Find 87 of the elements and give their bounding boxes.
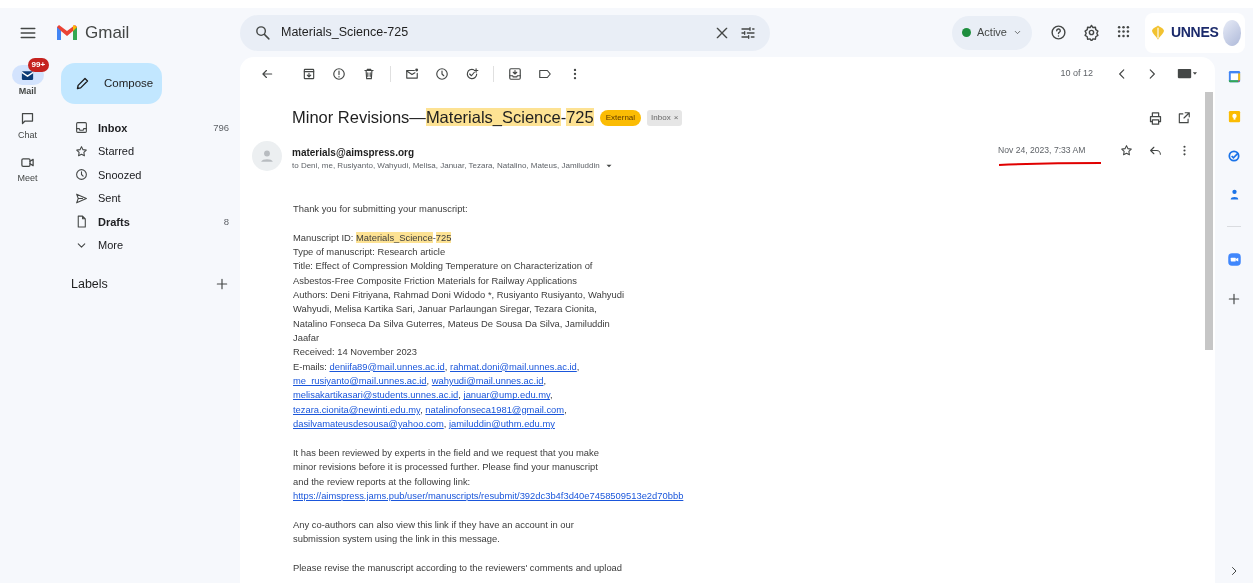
email-link[interactable]: rahmat.doni@mail.unnes.ac.id — [450, 360, 577, 372]
print-icon[interactable] — [1148, 110, 1163, 126]
rail-item[interactable]: Meet — [3, 144, 52, 186]
email-link[interactable]: jamiluddin@uthm.edu.my — [448, 418, 555, 430]
search-field[interactable]: Materials_Science-725 — [281, 23, 704, 42]
folder-item[interactable]: Sent — [61, 186, 241, 210]
body-line: Manuscript ID: Materials_Science-725 — [293, 230, 453, 245]
mark-unread-icon[interactable] — [405, 67, 419, 81]
body-line: Natalino Fonseca Da Silva Guterres, Mateus De Sousa Da Silva, Jamiluddin — [293, 316, 611, 331]
inbox-icon — [75, 121, 88, 135]
body-line: Please revise the manuscript according to the reviewers' comments and upload — [293, 560, 624, 575]
back-icon[interactable] — [260, 67, 274, 81]
help-icon[interactable] — [1050, 24, 1067, 41]
folder-item[interactable]: Inbox 796 — [61, 116, 241, 140]
archive-icon[interactable] — [302, 67, 316, 81]
calendar-icon[interactable] — [1226, 69, 1242, 84]
scrollbar-thumb[interactable] — [1205, 92, 1213, 350]
body-line: me_rusiyanto@mail.unnes.ac.id, wahyudi@mail.unnes.ac.id, — [293, 374, 548, 389]
document-icon — [75, 215, 88, 229]
reply-icon[interactable] — [1149, 144, 1162, 157]
sender-address: materials@aimspress.org — [292, 146, 416, 160]
video-call-icon[interactable] — [1226, 252, 1242, 267]
folder-item[interactable]: Starred — [61, 139, 241, 163]
emblem-icon — [1149, 23, 1167, 42]
remove-label-button[interactable]: × — [673, 114, 679, 122]
delete-icon[interactable] — [362, 67, 376, 81]
snooze-icon[interactable] — [435, 67, 449, 81]
body-line: submission system using the link in this message. — [293, 531, 501, 546]
new-window-icon[interactable] — [1177, 110, 1191, 125]
body-line: Asbestos-Free Composite Friction Materials for Railway Applications — [293, 273, 578, 288]
organization-logo: UNNES — [1171, 23, 1219, 42]
status-button[interactable]: Active — [952, 15, 1032, 50]
caret-icon — [1013, 28, 1022, 37]
star-icon — [75, 144, 88, 158]
email-link[interactable]: dasilvamateusdesousa@yahoo.com — [293, 418, 444, 430]
star-icon[interactable] — [1120, 144, 1133, 157]
body-line: and the review reports at the following link: — [293, 474, 472, 489]
add-app-icon[interactable] — [1227, 292, 1241, 306]
move-to-icon[interactable] — [508, 67, 522, 81]
body-line: Wahyudi, Melisa Kartika Sari, Januar Parlaungan Siregar, Tezara Cionita, — [293, 302, 598, 317]
chat-icon — [20, 111, 35, 126]
settings-icon[interactable] — [1083, 24, 1100, 41]
rail-item[interactable]: 99+ Mail — [3, 57, 52, 99]
pager-text: 10 of 12 — [1060, 67, 1093, 81]
recipients-text: to Deni, me, Rusiyanto, Wahyudi, Melisa, Januar, Tezara, Natalino, Mateus, Jamiluddin — [292, 160, 600, 172]
report-spam-icon[interactable] — [332, 67, 346, 81]
rail-item[interactable]: Chat — [3, 100, 52, 142]
email-link[interactable]: deniifa89@mail.unnes.ac.id — [329, 360, 445, 372]
tasks-icon[interactable] — [1227, 149, 1241, 163]
filter-options-icon[interactable] — [740, 24, 756, 41]
pencil-icon — [75, 76, 90, 91]
body-line: E-mails: deniifa89@mail.unnes.ac.id, rahmat.doni@mail.unnes.ac.id, — [293, 359, 581, 374]
add-task-icon[interactable] — [465, 67, 479, 81]
folder-item[interactable]: Drafts 8 — [61, 210, 241, 234]
body-line: Title: Effect of Compression Molding Temperature on Characterization of — [293, 259, 594, 274]
email-subject: Minor Revisions—Materials_Science-725 — [292, 108, 594, 128]
body-line: Jaafar — [293, 331, 321, 346]
body-line: Received: 14 November 2023 — [293, 345, 419, 360]
folder-item[interactable]: More — [61, 233, 241, 257]
body-line: dasilvamateusdesousa@yahoo.com, jamiluddin@uthm.edu.my — [293, 417, 556, 432]
add-label-icon[interactable] — [215, 277, 229, 292]
body-line: Type of manuscript: Research article — [293, 245, 447, 260]
label-icon[interactable] — [538, 67, 552, 81]
email-link[interactable]: januar@ump.edu.my — [463, 389, 550, 401]
body-line: melisakartikasari@students.unnes.ac.id, januar@ump.edu.my, — [293, 388, 554, 403]
apps-icon[interactable] — [1116, 24, 1131, 39]
email-link[interactable]: https://aimspress.jams.pub/user/manuscripts/resubmit/392dc3b4f3d40e7458509513e2d70bbb — [293, 489, 684, 501]
unread-badge: 99+ — [27, 58, 50, 72]
body-line: Any co-authors can also view this link if they have an account in our — [293, 517, 575, 532]
folder-item[interactable]: Snoozed — [61, 163, 241, 187]
account-button[interactable]: UNNES — [1145, 12, 1245, 53]
body-line: Authors: Deni Fitriyana, Rahmad Doni Widodo *, Rusiyanto Rusiyanto, Wahyudi — [293, 288, 626, 303]
body-line: Thank you for submitting your manuscript: — [293, 202, 469, 216]
send-icon — [75, 191, 88, 205]
date-text: Nov 24, 2023, 7:33 AM — [998, 144, 1086, 157]
body-line: It has been reviewed by experts in the field and we request that you make — [293, 445, 600, 460]
clock-icon — [75, 168, 88, 182]
search-icon[interactable] — [254, 24, 271, 41]
app-name: Gmail — [85, 21, 130, 44]
search-bar[interactable]: Materials_Science-725 — [240, 14, 770, 51]
labels-heading: Labels — [71, 276, 108, 293]
folder-tag: Inbox × — [647, 110, 683, 126]
body-line: tezara.cionita@newinti.edu.my, natalinofonseca1981@gmail.com, — [293, 402, 568, 417]
compose-button[interactable]: Compose — [61, 63, 162, 104]
email-link[interactable]: me_rusiyanto@mail.unnes.ac.id — [293, 375, 427, 387]
external-tag: External — [599, 110, 642, 126]
body-line: minor revisions before it is processed further. Please find your manuscript — [293, 460, 599, 475]
